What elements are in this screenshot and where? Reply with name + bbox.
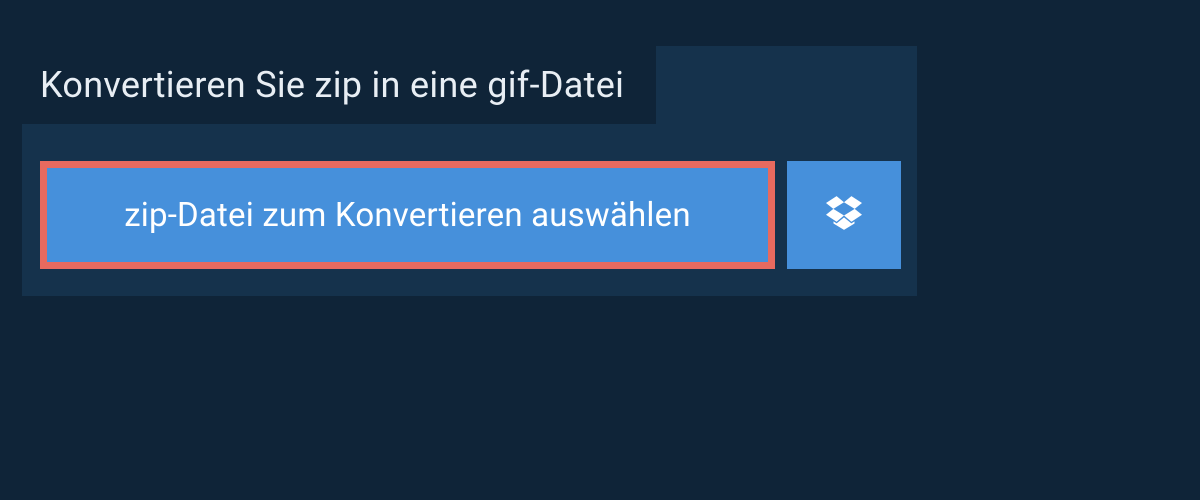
dropbox-icon bbox=[826, 196, 862, 234]
button-row: zip-Datei zum Konvertieren auswählen bbox=[40, 161, 901, 269]
select-file-button[interactable]: zip-Datei zum Konvertieren auswählen bbox=[40, 161, 775, 269]
converter-panel: Konvertieren Sie zip in eine gif-Datei z… bbox=[22, 46, 917, 296]
page-title: Konvertieren Sie zip in eine gif-Datei bbox=[40, 64, 624, 106]
dropbox-button[interactable] bbox=[787, 161, 901, 269]
select-file-label: zip-Datei zum Konvertieren auswählen bbox=[124, 196, 691, 235]
title-container: Konvertieren Sie zip in eine gif-Datei bbox=[22, 46, 656, 124]
